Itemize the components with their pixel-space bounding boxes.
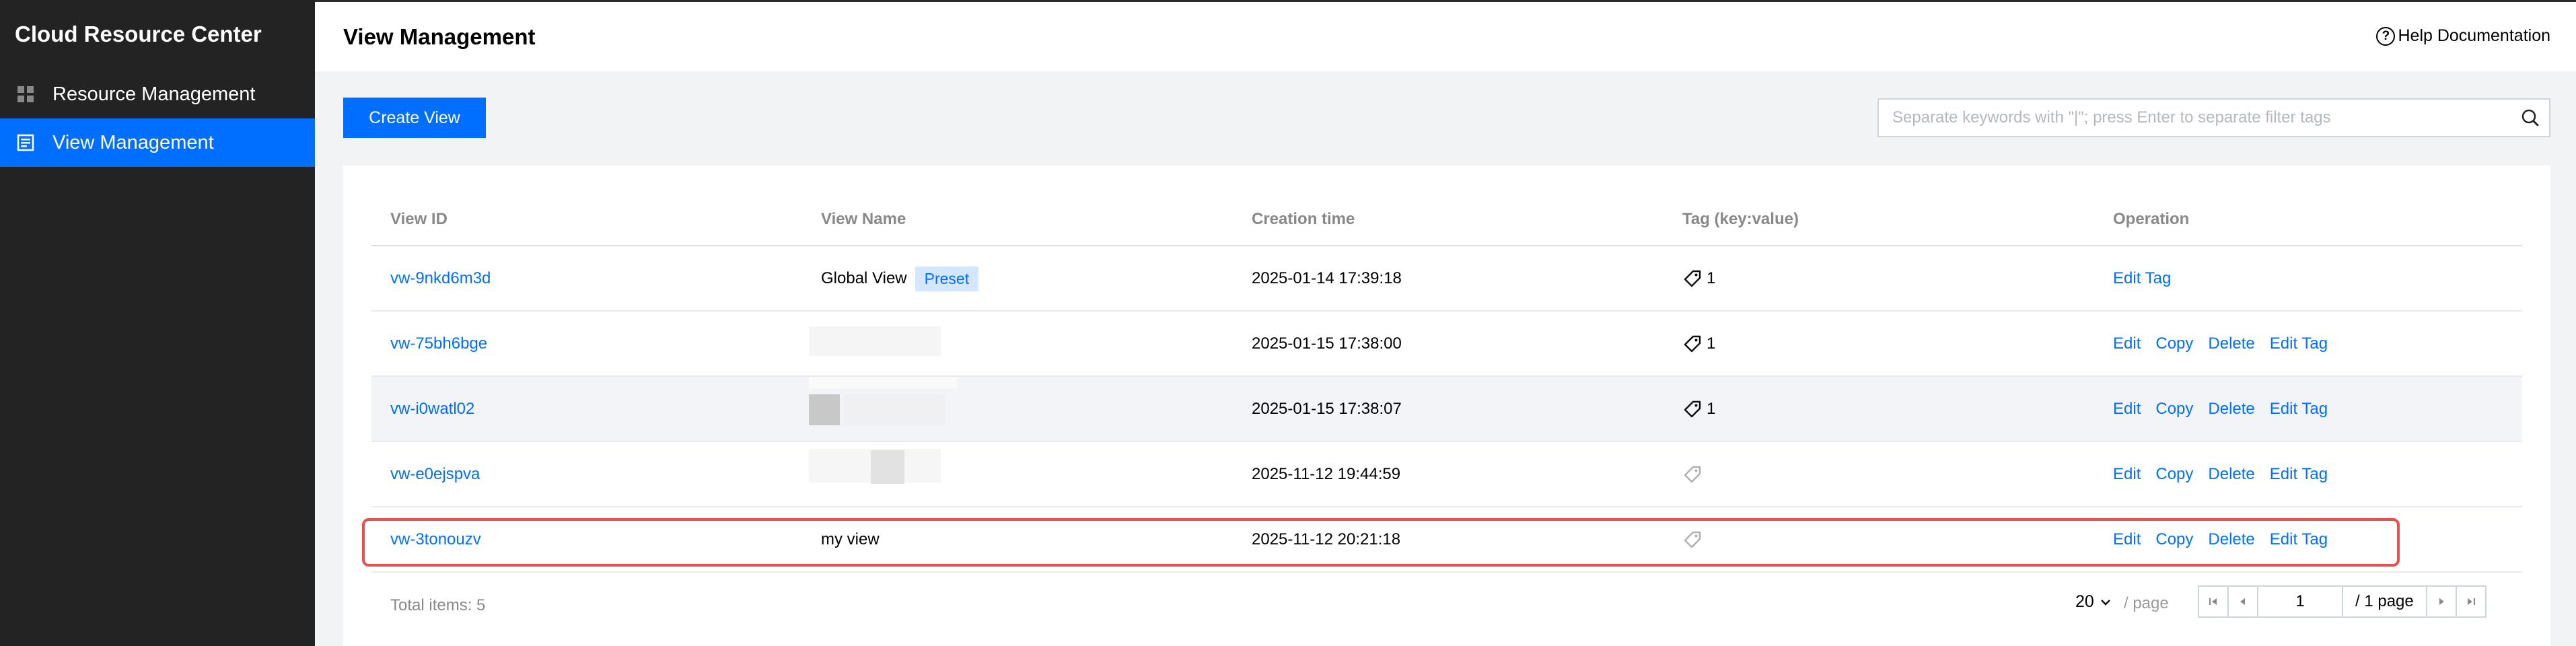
sidebar: Cloud Resource Center Resource Managemen… xyxy=(0,0,315,646)
search-box xyxy=(1877,98,2550,137)
sidebar-item-resource-management[interactable]: Resource Management xyxy=(0,70,315,118)
creation-time: 2025-11-12 19:44:59 xyxy=(1252,465,1401,483)
column-header-operation: Operation xyxy=(2113,210,2190,228)
view-name: Global View xyxy=(821,269,907,287)
page-header: View Management ? Help Documentation xyxy=(315,0,2576,71)
pagination: / 1 page xyxy=(2198,585,2486,618)
table-row: vw-9nkd6m3d Global View Preset 2025-01-1… xyxy=(371,246,2522,312)
creation-time: 2025-01-15 17:38:07 xyxy=(1252,400,1402,418)
search-input[interactable] xyxy=(1879,100,2511,136)
prev-page-button[interactable] xyxy=(2227,585,2258,618)
next-page-icon xyxy=(2439,598,2444,605)
edit-link[interactable]: Edit xyxy=(2113,530,2141,549)
table-row: vw-75bh6bge 2025-01-15 17:38:00 1 Edit C… xyxy=(371,312,2522,377)
chevron-down-icon xyxy=(2100,599,2110,606)
table-row: vw-e0ejspva 2025-11-12 19:44:59 Edit Cop… xyxy=(371,442,2522,507)
edit-tag-link[interactable]: Edit Tag xyxy=(2270,530,2328,549)
prev-page-icon xyxy=(2240,598,2245,605)
edit-link[interactable]: Edit xyxy=(2113,465,2141,484)
view-id-link[interactable]: vw-i0watl02 xyxy=(390,400,474,419)
tag-icon[interactable] xyxy=(1682,268,1703,289)
next-page-button[interactable] xyxy=(2425,585,2457,618)
grid-icon xyxy=(17,86,34,102)
creation-time: 2025-01-14 17:39:18 xyxy=(1252,269,1402,287)
edit-tag-link[interactable]: Edit Tag xyxy=(2270,334,2328,353)
tag-icon[interactable] xyxy=(1682,334,1703,354)
preset-badge: Preset xyxy=(915,266,979,291)
views-card: View ID View Name Creation time Tag (key… xyxy=(343,166,2550,646)
view-id-link[interactable]: vw-9nkd6m3d xyxy=(390,269,491,288)
sidebar-title: Cloud Resource Center xyxy=(15,22,262,46)
help-label: Help Documentation xyxy=(2398,26,2550,45)
edit-link[interactable]: Edit xyxy=(2113,400,2141,419)
delete-link[interactable]: Delete xyxy=(2208,465,2254,484)
sidebar-item-view-management[interactable]: View Management xyxy=(0,118,315,167)
column-header-tag: Tag (key:value) xyxy=(1682,210,1799,228)
column-header-creation-time: Creation time xyxy=(1252,210,1355,228)
copy-link[interactable]: Copy xyxy=(2155,400,2193,419)
copy-link[interactable]: Copy xyxy=(2155,530,2193,549)
last-page-icon xyxy=(2467,598,2475,605)
delete-link[interactable]: Delete xyxy=(2208,334,2254,353)
last-page-button[interactable] xyxy=(2455,585,2486,618)
column-header-view-id: View ID xyxy=(390,210,448,228)
table-row: vw-i0watl02 2025-01-15 17:38:07 1 Edit C… xyxy=(371,377,2522,442)
page-title: View Management xyxy=(343,24,536,49)
tag-icon[interactable] xyxy=(1682,530,1703,550)
first-page-icon xyxy=(2209,598,2217,605)
view-id-link[interactable]: vw-3tonouzv xyxy=(390,530,481,549)
help-icon: ? xyxy=(2376,26,2396,46)
view-name: my view xyxy=(821,530,880,548)
creation-time: 2025-01-15 17:38:00 xyxy=(1252,334,1402,353)
creation-time: 2025-11-12 20:21:18 xyxy=(1252,530,1401,548)
tag-count: 1 xyxy=(1707,400,1716,418)
copy-link[interactable]: Copy xyxy=(2155,334,2193,353)
delete-link[interactable]: Delete xyxy=(2208,530,2254,549)
edit-tag-link[interactable]: Edit Tag xyxy=(2113,269,2171,288)
view-id-link[interactable]: vw-75bh6bge xyxy=(390,334,487,353)
create-view-button[interactable]: Create View xyxy=(343,98,486,138)
copy-link[interactable]: Copy xyxy=(2155,465,2193,484)
search-icon[interactable] xyxy=(2511,99,2549,137)
table-row: vw-3tonouzv my view 2025-11-12 20:21:18 … xyxy=(371,507,2522,573)
table-header: View ID View Name Creation time Tag (key… xyxy=(371,192,2522,246)
column-header-view-name: View Name xyxy=(821,210,906,228)
edit-tag-link[interactable]: Edit Tag xyxy=(2270,465,2328,484)
delete-link[interactable]: Delete xyxy=(2208,400,2254,419)
tag-icon[interactable] xyxy=(1682,464,1703,485)
total-pages: / 1 page xyxy=(2342,585,2427,618)
help-documentation-link[interactable]: ? Help Documentation xyxy=(2376,26,2550,46)
tag-count: 1 xyxy=(1707,334,1716,353)
page-size-value: 20 xyxy=(2075,592,2094,611)
view-id-link[interactable]: vw-e0ejspva xyxy=(390,465,480,484)
total-items: Total items: 5 xyxy=(390,596,486,614)
sidebar-item-label: Resource Management xyxy=(52,83,256,105)
edit-tag-link[interactable]: Edit Tag xyxy=(2270,400,2328,419)
page-number-input[interactable] xyxy=(2257,585,2343,618)
first-page-button[interactable] xyxy=(2198,585,2229,618)
edit-link[interactable]: Edit xyxy=(2113,334,2141,353)
sidebar-item-label: View Management xyxy=(52,131,214,153)
tag-count: 1 xyxy=(1707,269,1716,287)
page-size-select[interactable]: 20 xyxy=(2075,592,2113,612)
tag-icon[interactable] xyxy=(1682,399,1703,419)
per-page-label: / page xyxy=(2124,594,2169,612)
list-icon xyxy=(17,134,34,151)
